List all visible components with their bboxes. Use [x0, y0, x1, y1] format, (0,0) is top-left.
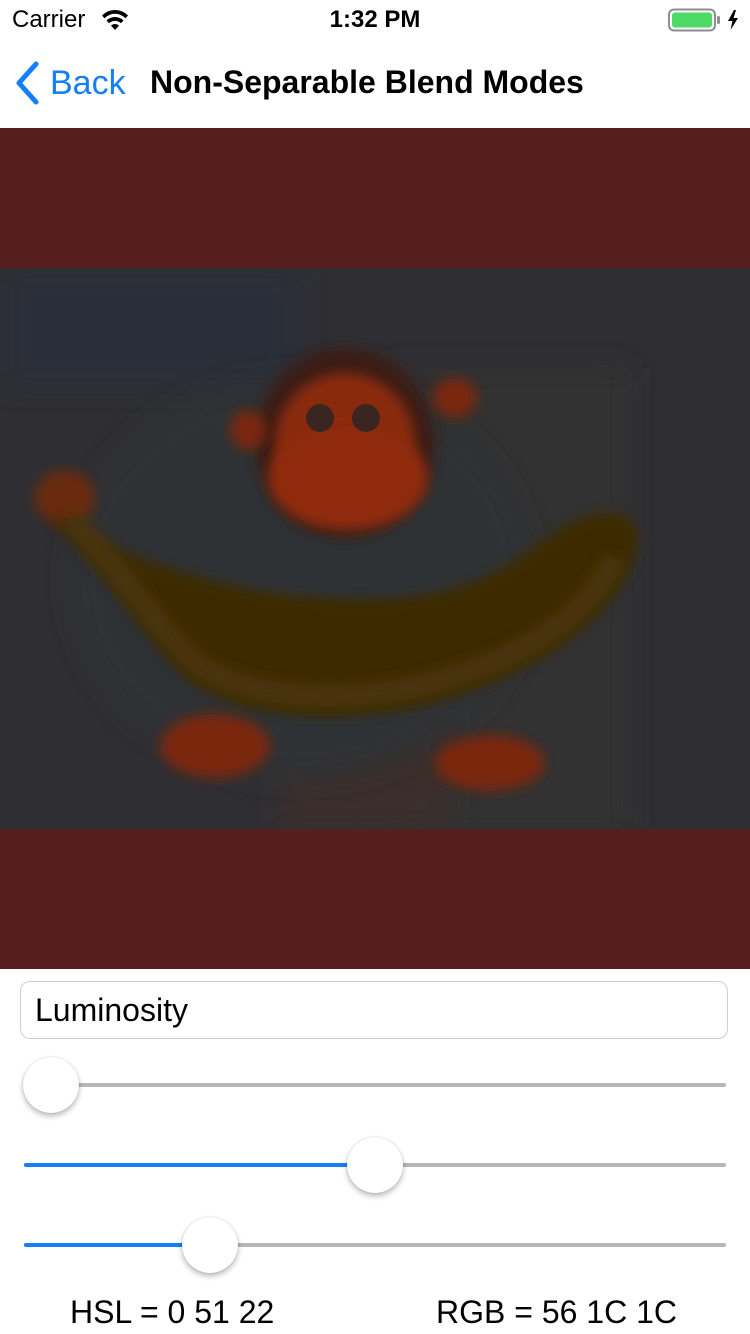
hue-slider[interactable]	[23, 1055, 726, 1115]
saturation-slider[interactable]	[24, 1135, 726, 1195]
slider-track	[24, 1083, 726, 1087]
slider-thumb[interactable]	[181, 1217, 238, 1273]
blend-mode-picker[interactable]: Luminosity	[20, 981, 728, 1039]
slider-thumb[interactable]	[347, 1137, 403, 1193]
hsl-readout: HSL = 0 51 22	[70, 1294, 275, 1330]
back-button[interactable]: Back	[14, 58, 126, 108]
blended-image-view	[0, 128, 750, 969]
rgb-readout: RGB = 56 1C 1C	[436, 1294, 677, 1330]
status-bar: Carrier 1:32 PM	[0, 0, 750, 40]
slider-fill	[24, 1163, 375, 1167]
blend-mode-value: Luminosity	[35, 992, 188, 1028]
navigation-bar: Back Non-Separable Blend Modes	[0, 40, 750, 128]
status-time: 1:32 PM	[329, 6, 421, 33]
monkey-with-banana-image	[0, 268, 750, 829]
luminance-slider[interactable]	[24, 1215, 726, 1275]
chevron-left-icon	[14, 61, 40, 105]
back-label: Back	[50, 63, 126, 102]
slider-thumb[interactable]	[23, 1057, 79, 1113]
page-title: Non-Separable Blend Modes	[150, 64, 584, 100]
battery-charging-icon	[668, 8, 744, 32]
